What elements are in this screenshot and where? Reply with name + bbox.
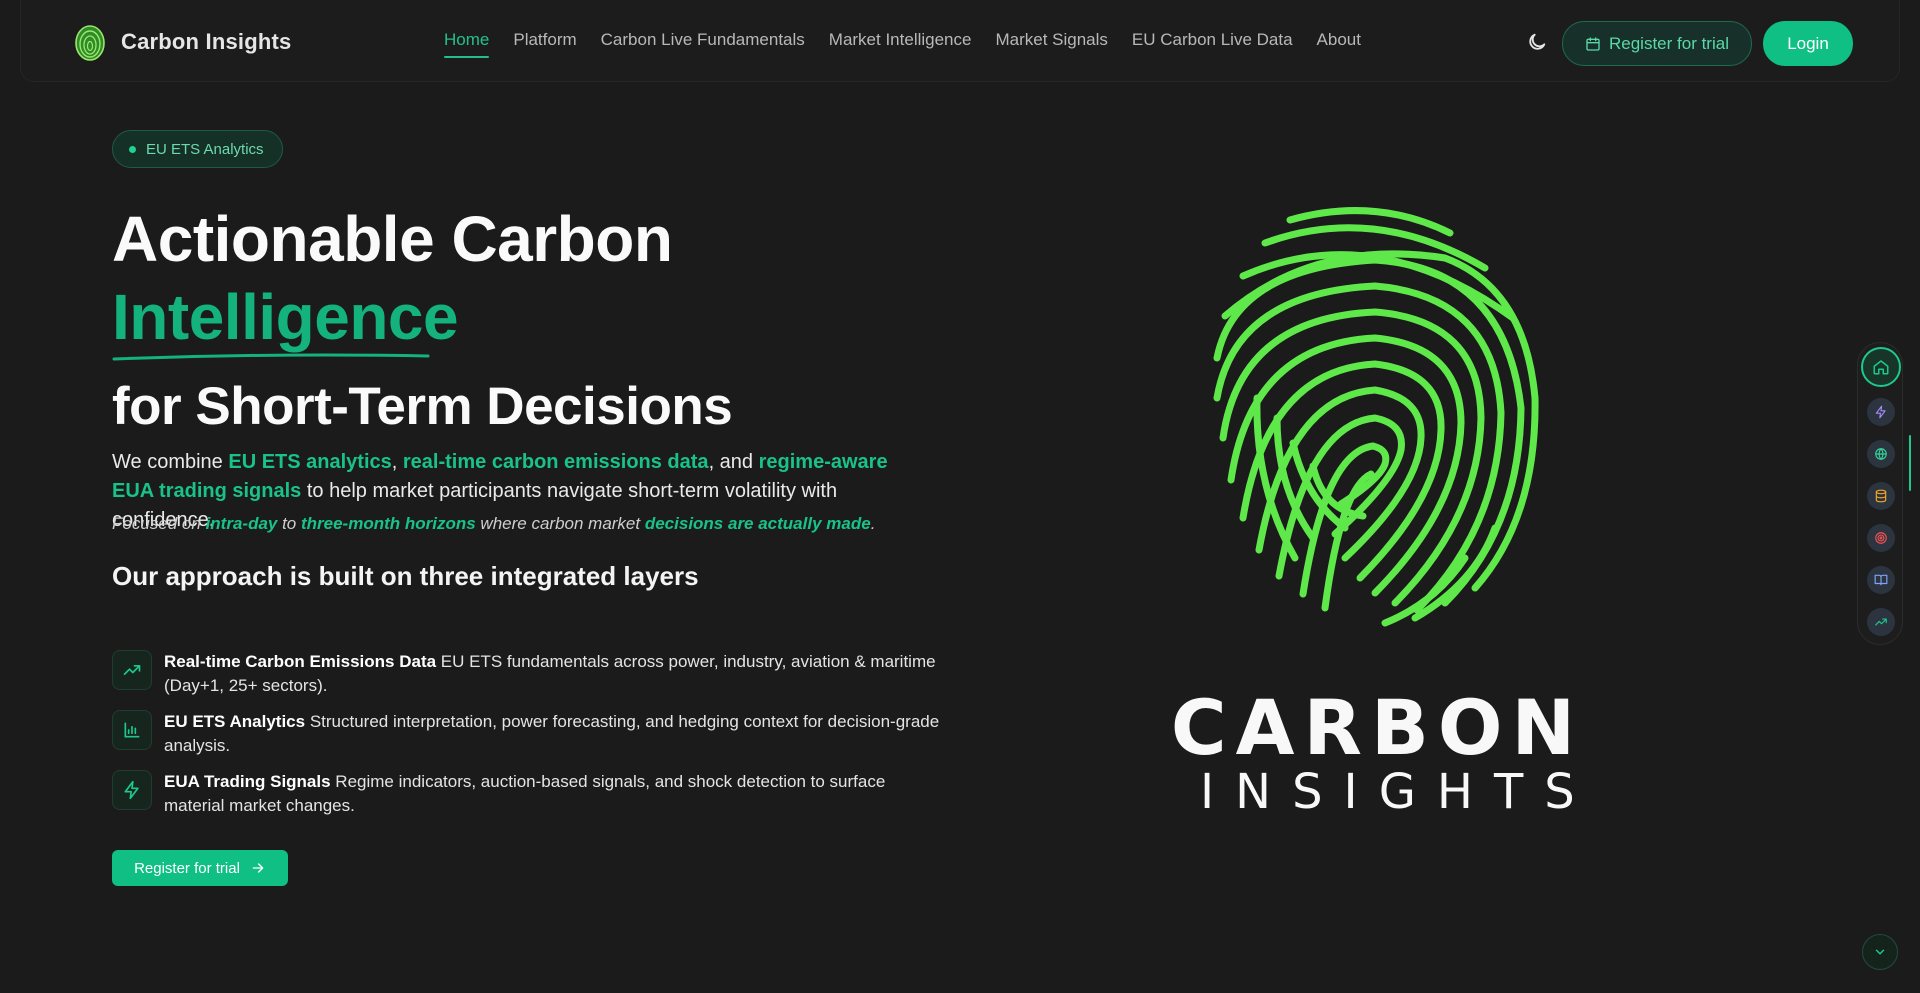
- nav-carbon-live-fundamentals[interactable]: Carbon Live Fundamentals: [601, 30, 805, 58]
- register-trial-label: Register for trial: [1609, 33, 1729, 53]
- bar-chart-icon: [112, 710, 152, 750]
- trending-up-icon: [1875, 618, 1887, 626]
- rail-home-button[interactable]: [1861, 347, 1901, 387]
- approach-title: Our approach is built on three integrate…: [112, 561, 699, 591]
- top-navbar: Carbon Insights Home Platform Carbon Liv…: [20, 0, 1900, 82]
- globe-icon: [1875, 448, 1887, 460]
- rail-scroll-indicator: [1909, 435, 1911, 491]
- feature-title: Real-time Carbon Emissions Data: [164, 652, 437, 671]
- rail-trend-button[interactable]: [1867, 608, 1895, 636]
- rail-target-button[interactable]: [1867, 524, 1895, 552]
- fingerprint-logo-icon: [75, 25, 105, 61]
- moon-icon[interactable]: [1526, 31, 1548, 53]
- eu-ets-badge: EU ETS Analytics: [112, 130, 283, 168]
- feature-item: EUA Trading Signals Regime indicators, a…: [112, 770, 942, 818]
- lead-text: , and: [708, 451, 759, 473]
- feature-text: Real-time Carbon Emissions Data EU ETS f…: [164, 650, 942, 698]
- feature-item: EU ETS Analytics Structured interpretati…: [112, 710, 942, 758]
- feature-text: EUA Trading Signals Regime indicators, a…: [164, 770, 942, 818]
- scroll-down-button[interactable]: [1862, 934, 1898, 970]
- nav-market-signals[interactable]: Market Signals: [995, 30, 1107, 58]
- rail-data-button[interactable]: [1867, 482, 1895, 510]
- underline-swoosh: [112, 353, 430, 361]
- badge-dot: [129, 145, 136, 153]
- logo-wordmark-insights: INSIGHTS: [1200, 764, 1596, 820]
- hero-subtext: Focused on intra-day to three-month hori…: [112, 514, 875, 534]
- feature-item: Real-time Carbon Emissions Data EU ETS f…: [112, 650, 942, 698]
- headline-line-3: for Short-Term Decisions: [112, 377, 733, 436]
- login-button[interactable]: Login: [1763, 21, 1853, 66]
- sub-text: Focused on: [112, 514, 206, 533]
- sub-highlight: intra-day: [205, 514, 278, 533]
- sub-text: where carbon market: [475, 514, 645, 533]
- rail-book-button[interactable]: [1867, 566, 1895, 594]
- arrow-right-icon: [252, 863, 264, 873]
- lead-highlight: real-time carbon emissions data: [402, 451, 709, 473]
- lead-text: We combine: [112, 451, 229, 473]
- headline-line-1: Actionable Carbon: [112, 203, 673, 275]
- register-trial-button[interactable]: Register for trial: [1562, 21, 1752, 66]
- headline-highlight: Intelligence: [112, 278, 459, 361]
- nav-about[interactable]: About: [1317, 30, 1361, 58]
- home-icon: [1873, 360, 1889, 375]
- lead-text: ,: [391, 451, 403, 473]
- feature-list: Real-time Carbon Emissions Data EU ETS f…: [112, 650, 942, 830]
- sub-text: to: [277, 514, 301, 533]
- trending-up-icon: [112, 650, 152, 690]
- main-nav: Home Platform Carbon Live Fundamentals M…: [444, 30, 1361, 58]
- nav-eu-carbon-live-data[interactable]: EU Carbon Live Data: [1132, 30, 1293, 58]
- section-nav-rail: [1857, 342, 1903, 645]
- lightning-icon: [1875, 405, 1886, 419]
- sub-highlight: three-month horizons: [300, 514, 476, 533]
- headline-highlight-text: Intelligence: [112, 281, 459, 353]
- feature-title: EU ETS Analytics: [164, 712, 306, 731]
- rail-globe-button[interactable]: [1867, 440, 1895, 468]
- hero-headline: Actionable Carbon Intelligence for Short…: [112, 200, 733, 447]
- sub-text: .: [870, 514, 876, 533]
- nav-platform[interactable]: Platform: [513, 30, 576, 58]
- target-icon: [1875, 532, 1887, 544]
- brand[interactable]: Carbon Insights: [73, 22, 291, 62]
- lightning-icon: [112, 770, 152, 810]
- hero-register-label: Register for trial: [134, 859, 240, 877]
- book-icon: [1874, 574, 1888, 586]
- rail-signals-button[interactable]: [1867, 398, 1895, 426]
- chevron-down-icon: [1875, 949, 1885, 955]
- nav-market-intelligence[interactable]: Market Intelligence: [829, 30, 972, 58]
- fingerprint-illustration: [1213, 207, 1539, 627]
- feature-title: EUA Trading Signals: [164, 772, 331, 791]
- calendar-icon: [1586, 36, 1600, 51]
- nav-home[interactable]: Home: [444, 30, 490, 58]
- database-icon: [1875, 489, 1887, 503]
- brand-name: Carbon Insights: [121, 29, 292, 54]
- sub-highlight: decisions are actually made: [644, 514, 871, 533]
- lead-highlight: EU ETS analytics: [228, 451, 392, 473]
- hero-register-button[interactable]: Register for trial: [112, 850, 288, 886]
- logo-wordmark-carbon: CARBON: [1170, 683, 1585, 772]
- feature-text: EU ETS Analytics Structured interpretati…: [164, 710, 942, 758]
- badge-label: EU ETS Analytics: [146, 140, 264, 158]
